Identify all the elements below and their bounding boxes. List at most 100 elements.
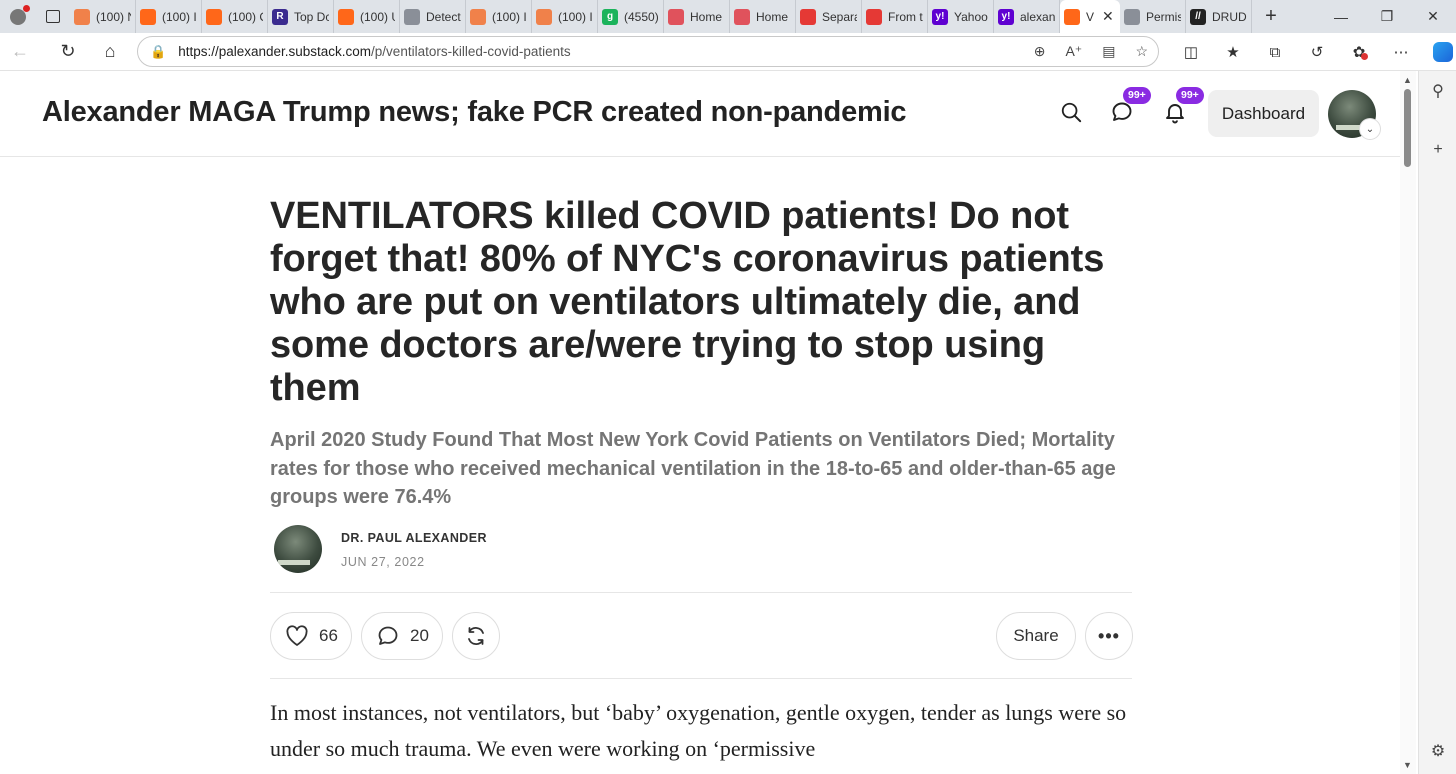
collections-icon[interactable]: ⧉ [1254,33,1296,71]
url-text[interactable]: https://palexander.substack.com/p/ventil… [178,44,570,59]
scroll-down-icon[interactable]: ▼ [1403,760,1412,770]
browser-tab[interactable]: y! Yahoo [928,0,994,33]
tab-label: DRUD [1212,9,1247,24]
tab-close-icon[interactable]: ✕ [1102,8,1114,25]
browser-tab[interactable]: (100) N [70,0,136,33]
home-button[interactable]: ⌂ [90,33,130,71]
notifications-button[interactable]: 99+ [1160,87,1204,127]
chat-badge: 99+ [1123,87,1151,104]
browser-right-tools: ◫ ★ ⧉ ↺ ✿ ⋯ [1170,33,1456,71]
divider-bottom [270,678,1132,679]
extensions-icon[interactable]: ✿ [1338,33,1380,71]
restack-button[interactable] [452,612,500,660]
chevron-down-icon[interactable]: ⌄ [1360,119,1380,139]
sidebar-add-icon[interactable]: + [1419,141,1456,159]
browser-tab[interactable]: Permis [1120,0,1186,33]
copilot-button[interactable] [1422,33,1456,71]
tab-label: (100) C [228,9,263,24]
browser-tab[interactable]: (100) I [136,0,202,33]
tab-favicon-icon [338,8,354,25]
tab-label: (100) I [558,9,593,24]
scrollbar-thumb[interactable] [1404,89,1411,167]
tab-actions-button[interactable] [36,0,70,33]
tab-favicon-icon: R [272,8,288,25]
browser-tab-strip: (100) N (100) I (100) C R Top Dc (100) U Detec… [0,0,1456,33]
tab-label: (100) I [492,9,527,24]
tab-favicon-icon [140,8,156,25]
split-screen-icon[interactable]: ◫ [1170,33,1212,71]
post-title: VENTILATORS killed COVID patients! Do no… [270,195,1105,409]
tab-favicon-icon [734,8,750,25]
browser-tab[interactable]: (100) U [334,0,400,33]
browser-sidebar: ⚲ + ⚙ [1418,71,1456,774]
author-name[interactable]: DR. PAUL ALEXANDER [341,531,487,545]
notifications-badge: 99+ [1176,87,1204,104]
tab-label: Yahoo [954,9,988,24]
tab-label: Separa [822,9,857,24]
post-actions: 66 20 Share ••• [270,612,1133,660]
tab-label: Home [690,9,723,24]
scroll-up-icon[interactable]: ▲ [1403,75,1412,85]
publication-title[interactable]: Alexander MAGA Trump news; fake PCR crea… [42,96,907,129]
tab-favicon-icon: // [1190,8,1206,25]
post-date: JUN 27, 2022 [341,555,425,569]
browser-tab[interactable]: Home [664,0,730,33]
comment-icon [376,624,400,648]
more-browser-menu-icon[interactable]: ⋯ [1380,33,1422,71]
immersive-reader-icon[interactable]: ▤ [1102,43,1115,60]
divider-top [270,592,1132,593]
refresh-button[interactable]: ↻ [48,33,88,71]
search-button[interactable] [1056,97,1086,127]
tab-label: (100) U [360,9,395,24]
zoom-icon[interactable]: ⊕ [1034,43,1046,60]
tab-label: From t [888,9,923,24]
browser-tab[interactable]: R Top Dc [268,0,334,33]
browser-tab[interactable]: From t [862,0,928,33]
page-scrollbar[interactable]: ▲ ▼ [1400,71,1416,774]
browser-tab[interactable]: V ✕ [1060,0,1120,33]
browser-tab[interactable]: (100) I [532,0,598,33]
minimize-icon[interactable]: — [1318,0,1364,33]
favorites-icon[interactable]: ★ [1212,33,1254,71]
dashboard-button[interactable]: Dashboard [1208,90,1319,137]
comment-button[interactable]: 20 [361,612,443,660]
address-bar[interactable]: 🔒 https://palexander.substack.com/p/vent… [137,36,1159,67]
share-button[interactable]: Share [996,612,1076,660]
tab-favicon-icon [1064,8,1080,25]
sidebar-settings-icon[interactable]: ⚙ [1419,741,1456,761]
browser-tab[interactable]: Detect [400,0,466,33]
browser-tab[interactable]: y! alexan [994,0,1060,33]
post-body-paragraph: In most instances, not ventilators, but … [270,700,1127,761]
browser-tab[interactable]: Home [730,0,796,33]
tab-label: V [1086,9,1095,24]
tab-favicon-icon [536,8,552,25]
new-tab-button[interactable]: + [1256,0,1286,33]
like-button[interactable]: 66 [270,612,352,660]
favorite-star-icon[interactable]: ☆ [1135,43,1148,60]
restore-icon[interactable]: ❐ [1364,0,1410,33]
tab-favicon-icon: y! [932,8,948,25]
browser-tab[interactable]: Separa [796,0,862,33]
sidebar-search-icon[interactable]: ⚲ [1419,81,1456,101]
back-button[interactable]: ← [0,33,40,71]
lock-icon[interactable]: 🔒 [150,44,166,60]
profile-alert-dot [23,5,30,12]
author-avatar[interactable] [274,525,322,573]
close-window-icon[interactable]: ✕ [1410,0,1456,33]
browser-tab[interactable]: // DRUD [1186,0,1252,33]
tab-favicon-icon [404,8,420,25]
read-aloud-icon[interactable]: A⁺ [1065,43,1082,60]
tab-label: Permis [1146,9,1181,24]
extension-alert-dot [1361,53,1368,60]
publication-header: Alexander MAGA Trump news; fake PCR crea… [0,71,1400,157]
search-icon [1061,102,1082,123]
post-byline: DR. PAUL ALEXANDER JUN 27, 2022 [270,525,1132,575]
tab-list: (100) N (100) I (100) C R Top Dc (100) U Detec… [70,0,1252,33]
browser-profile-button[interactable] [0,0,36,33]
browser-tab[interactable]: (100) C [202,0,268,33]
chat-button[interactable]: 99+ [1107,87,1151,127]
browser-tab[interactable]: (100) I [466,0,532,33]
browser-tab[interactable]: g (4550) [598,0,664,33]
history-icon[interactable]: ↺ [1296,33,1338,71]
more-options-button[interactable]: ••• [1085,612,1133,660]
